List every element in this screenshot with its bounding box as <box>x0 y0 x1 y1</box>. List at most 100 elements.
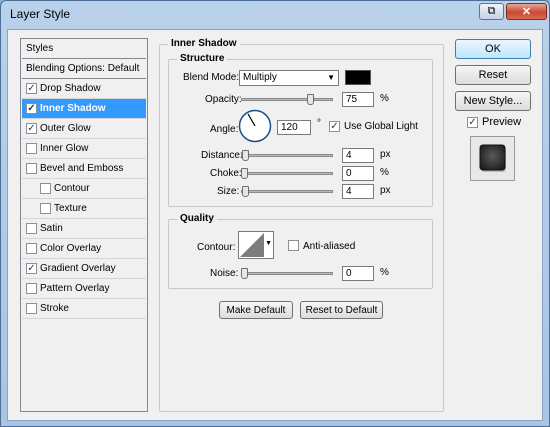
ok-button[interactable]: OK <box>455 39 531 59</box>
preview-checkbox[interactable]: ✓ <box>467 116 478 128</box>
style-item-gradient-overlay[interactable]: ✓ Gradient Overlay <box>22 259 146 279</box>
title-bar[interactable]: Layer Style ⧉ ✕ <box>1 1 549 27</box>
style-preview <box>470 136 515 181</box>
blend-color-swatch[interactable] <box>345 70 371 85</box>
make-default-label: Make Default <box>226 304 286 316</box>
opacity-input[interactable]: 75 <box>342 92 374 107</box>
style-item-label: Outer Glow <box>40 123 91 134</box>
style-item-stroke[interactable]: Stroke <box>22 299 146 319</box>
style-item-checkbox[interactable] <box>40 202 51 214</box>
close-icon: ✕ <box>521 6 532 18</box>
style-item-checkbox[interactable] <box>26 282 37 294</box>
opacity-slider-track[interactable] <box>241 98 333 101</box>
help-button[interactable]: ⧉ <box>479 3 504 20</box>
noise-slider-track[interactable] <box>241 272 333 275</box>
style-item-blending-options-default[interactable]: Blending Options: Default <box>22 59 146 79</box>
style-item-checkbox[interactable] <box>40 182 51 194</box>
style-item-drop-shadow[interactable]: ✓ Drop Shadow <box>22 79 146 99</box>
styles-list-header[interactable]: Styles <box>22 39 146 59</box>
window-title: Layer Style <box>10 7 71 21</box>
choke-label: Choke: <box>210 168 242 179</box>
reset-to-default-button[interactable]: Reset to Default <box>300 301 383 319</box>
style-item-label: Inner Glow <box>40 143 89 154</box>
distance-label: Distance: <box>201 150 243 161</box>
distance-input[interactable]: 4 <box>342 148 374 163</box>
choke-slider-thumb[interactable] <box>241 168 248 179</box>
style-item-checkbox[interactable]: ✓ <box>26 262 37 274</box>
chevron-down-icon: ▼ <box>327 73 335 82</box>
style-item-label: Pattern Overlay <box>40 283 110 294</box>
style-item-texture[interactable]: Texture <box>22 199 146 219</box>
noise-input[interactable]: 0 <box>342 266 374 281</box>
choke-input[interactable]: 0 <box>342 166 374 181</box>
anti-aliased-label: Anti-aliased <box>303 241 356 252</box>
distance-slider-thumb[interactable] <box>242 150 249 161</box>
angle-dial[interactable] <box>238 109 272 143</box>
style-item-checkbox[interactable]: ✓ <box>26 82 37 94</box>
close-button[interactable]: ✕ <box>506 3 547 20</box>
noise-slider-thumb[interactable] <box>241 268 248 279</box>
new-style-button[interactable]: New Style... <box>455 91 531 111</box>
style-item-label: Drop Shadow <box>40 83 101 94</box>
style-item-checkbox[interactable] <box>26 162 37 174</box>
reset-button[interactable]: Reset <box>455 65 531 85</box>
use-global-light-label: Use Global Light <box>344 121 418 132</box>
style-item-label: Bevel and Emboss <box>40 163 124 174</box>
angle-unit: ° <box>317 118 321 129</box>
help-icon: ⧉ <box>487 5 496 17</box>
choke-slider-track[interactable] <box>241 172 333 175</box>
style-item-checkbox[interactable]: ✓ <box>26 102 37 114</box>
use-global-light-checkbox[interactable]: ✓ <box>329 120 340 132</box>
style-item-color-overlay[interactable]: Color Overlay <box>22 239 146 259</box>
distance-unit: px <box>380 149 391 160</box>
quality-title: Quality <box>177 213 217 224</box>
blend-mode-label: Blend Mode: <box>183 72 240 83</box>
style-item-bevel-and-emboss[interactable]: Bevel and Emboss <box>22 159 146 179</box>
style-item-checkbox[interactable] <box>26 222 37 234</box>
style-item-label: Gradient Overlay <box>40 263 116 274</box>
structure-group: Structure Blend Mode: Multiply ▼ Opacity… <box>168 53 433 207</box>
style-item-pattern-overlay[interactable]: Pattern Overlay <box>22 279 146 299</box>
styles-list: Styles Blending Options: Default ✓ Drop Sh… <box>20 38 148 412</box>
choke-unit: % <box>380 167 389 178</box>
style-item-checkbox[interactable]: ✓ <box>26 122 37 134</box>
layer-style-window: Layer Style ⧉ ✕ Styles Blending Options:… <box>0 0 550 427</box>
angle-dial-icon <box>238 109 272 143</box>
preview-check: ✓ <box>467 117 478 128</box>
structure-title: Structure <box>177 53 228 64</box>
contour-picker[interactable]: ▼ <box>238 231 274 259</box>
style-preview-icon <box>479 144 506 172</box>
style-item-label: Color Overlay <box>40 243 102 254</box>
style-item-contour[interactable]: Contour <box>22 179 146 199</box>
chevron-down-icon: ▼ <box>265 240 272 247</box>
opacity-slider-thumb[interactable] <box>307 94 314 105</box>
style-item-checkbox[interactable] <box>26 242 37 254</box>
blend-mode-dropdown[interactable]: Multiply ▼ <box>239 70 339 86</box>
contour-preview-icon <box>240 233 264 257</box>
style-item-outer-glow[interactable]: ✓ Outer Glow <box>22 119 146 139</box>
size-label: Size: <box>217 186 240 197</box>
opacity-unit: % <box>380 93 389 104</box>
style-item-checkbox[interactable] <box>26 302 37 314</box>
reset-label: Reset <box>478 69 508 81</box>
preview-label: Preview <box>482 116 522 128</box>
use-global-light-check: ✓ <box>329 121 340 132</box>
style-item-label: Texture <box>54 203 87 214</box>
distance-slider-track[interactable] <box>241 154 333 157</box>
noise-label: Noise: <box>210 268 239 279</box>
reset-to-default-label: Reset to Default <box>305 304 378 316</box>
size-input[interactable]: 4 <box>342 184 374 199</box>
style-item-checkbox[interactable] <box>26 142 37 154</box>
style-item-inner-glow[interactable]: Inner Glow <box>22 139 146 159</box>
anti-aliased-checkbox[interactable] <box>288 240 299 254</box>
size-slider-thumb[interactable] <box>242 186 249 197</box>
blend-mode-value: Multiply <box>243 72 277 83</box>
angle-input[interactable]: 120 <box>277 120 311 135</box>
styles-header-label: Styles <box>26 43 54 54</box>
style-item-satin[interactable]: Satin <box>22 219 146 239</box>
size-slider-track[interactable] <box>241 190 333 193</box>
style-item-inner-shadow[interactable]: ✓ Inner Shadow <box>22 99 146 119</box>
anti-aliased-check <box>288 240 299 251</box>
make-default-button[interactable]: Make Default <box>219 301 293 319</box>
ok-label: OK <box>485 43 501 55</box>
